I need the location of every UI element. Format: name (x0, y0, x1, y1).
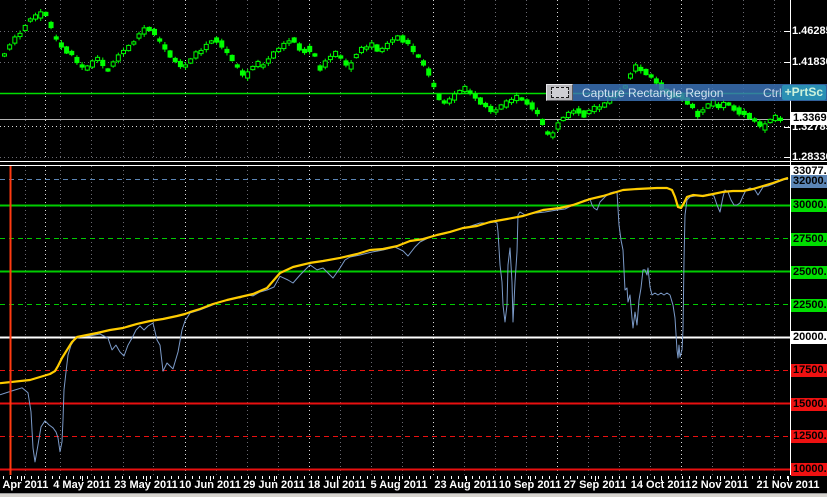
price-scale-label: 1.46285 (792, 25, 827, 37)
price-scale-label: 1.32785 (792, 121, 827, 133)
balance-line (0, 176, 789, 385)
shortcut-key-badge: +PrtSc (781, 85, 826, 100)
date-axis-label: 18 Jul 2011 (307, 479, 367, 491)
capture-region-toolbar[interactable]: Capture Rectangle Region Ctrl +PrtSc (546, 84, 827, 101)
capture-rectangle-button[interactable] (546, 84, 573, 101)
price-scale-label: 1.28330 (792, 151, 827, 163)
indicator-scale-label: 32000.2 (791, 175, 827, 188)
indicator-scale-label: 27500.0 (791, 233, 827, 246)
indicator-scale-label: 22500.0 (791, 299, 827, 312)
date-axis-label: 5 Aug 2011 (370, 479, 428, 491)
indicator-scale-label: 15000.0 (791, 398, 827, 411)
date-axis-label: 29 Jun 2011 (243, 479, 305, 491)
price-scale-label: 1.41830 (792, 56, 827, 68)
dashed-rectangle-icon (550, 87, 569, 98)
trading-chart-window: 1.462851.418301.336971.327851.2833033077… (0, 0, 827, 497)
date-axis-label: 23 May 2011 (114, 479, 178, 491)
shortcut-prefix: Ctrl (762, 85, 782, 100)
date-axis-label: 2 Nov 2011 (691, 479, 749, 491)
date-axis-label: 21 Nov 2011 (756, 479, 820, 491)
equity-balance-graph (0, 176, 789, 463)
indicator-scale-label: 20000.0 (791, 331, 827, 344)
date-axis-label: 14 Oct 2011 (630, 479, 692, 491)
date-axis-label: 10 Sep 2011 (498, 479, 562, 491)
date-axis-label: 10 Jun 2011 (179, 479, 241, 491)
chart-canvas[interactable] (0, 0, 827, 497)
indicator-scale-label: 12500.0 (791, 430, 827, 443)
window-bottom-border (0, 493, 827, 497)
indicator-scale-label: 17500.0 (791, 364, 827, 377)
indicator-scale-label: 10000.0 (791, 463, 827, 476)
indicator-scale-label: 25000.0 (791, 266, 827, 279)
indicator-scale-label: 30000.0 (791, 199, 827, 212)
equity-line (0, 177, 789, 463)
date-axis-label: 23 Aug 2011 (434, 479, 498, 491)
date-axis-label: 27 Sep 2011 (563, 479, 627, 491)
capture-tooltip-title: Capture Rectangle Region (582, 85, 724, 100)
date-axis-label: 5 Apr 2011 (0, 479, 49, 491)
date-axis-label: 4 May 2011 (53, 479, 111, 491)
